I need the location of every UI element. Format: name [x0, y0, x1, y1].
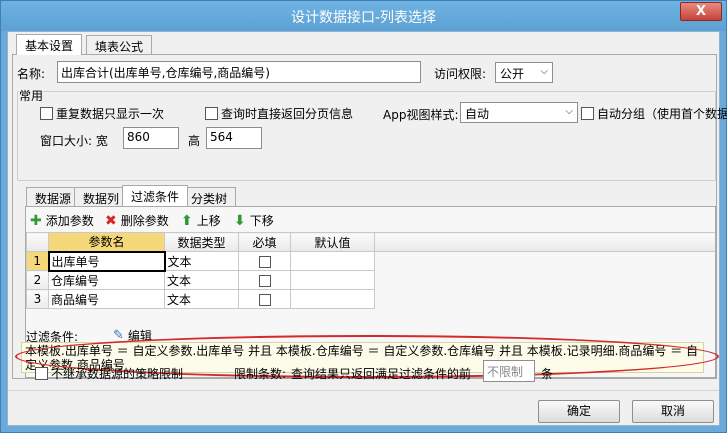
- move-down-button[interactable]: ⬇ 下移: [234, 212, 274, 229]
- checkbox-box[interactable]: [258, 274, 271, 287]
- auto-group-checkbox[interactable]: 自动分组（使用首个数据: [581, 105, 727, 122]
- data-type-cell[interactable]: 文本: [164, 251, 239, 271]
- access-select-value: 公开: [500, 67, 525, 81]
- common-group-title: 常用: [19, 87, 44, 104]
- window-size-label: 窗口大小: 宽: [40, 134, 108, 148]
- param-name-cell[interactable]: 仓库编号: [48, 270, 165, 290]
- tab-category-tree[interactable]: 分类树: [182, 187, 237, 207]
- tab-fill-formula[interactable]: 填表公式: [86, 35, 153, 55]
- paged-label: 查询时直接返回分页信息: [221, 107, 354, 121]
- chevron-down-icon: ⌵: [540, 66, 548, 77]
- title-bar[interactable]: 设计数据接口-列表选择 X: [1, 1, 726, 31]
- limit-suffix: 条: [541, 367, 554, 381]
- param-name-cell[interactable]: 出库单号: [47, 250, 166, 272]
- delete-param-label: 删除参数: [120, 214, 169, 228]
- plus-icon: ✚: [30, 212, 42, 229]
- width-field[interactable]: 860: [123, 127, 179, 149]
- tab-filter-conditions[interactable]: 过滤条件: [122, 185, 189, 206]
- data-type-cell[interactable]: 文本: [164, 289, 239, 309]
- chevron-down-icon: ⌵: [565, 106, 573, 117]
- tab-data-source[interactable]: 数据源: [26, 187, 81, 207]
- access-label: 访问权限:: [434, 67, 487, 81]
- checkbox-box[interactable]: [258, 293, 271, 306]
- row-spacer: [374, 251, 715, 271]
- close-button[interactable]: X: [680, 2, 722, 21]
- required-cell[interactable]: [238, 289, 291, 309]
- tab-data-columns[interactable]: 数据列: [74, 187, 129, 207]
- move-up-button[interactable]: ⬆ 上移: [181, 212, 221, 229]
- required-cell[interactable]: [238, 251, 291, 271]
- add-param-button[interactable]: ✚ 添加参数: [30, 212, 94, 229]
- app-view-label: App视图样式:: [383, 108, 459, 122]
- tab-basic-settings[interactable]: 基本设置: [16, 34, 83, 55]
- dialog-window: 设计数据接口-列表选择 X 基本设置 填表公式 名称: 出库合计(出库单号,仓库…: [0, 0, 727, 433]
- delete-param-button[interactable]: ✖ 删除参数: [105, 212, 169, 229]
- arrow-up-icon: ⬆: [181, 212, 193, 229]
- row-spacer: [374, 289, 715, 309]
- dedupe-checkbox[interactable]: 重复数据只显示一次: [40, 105, 164, 122]
- move-down-label: 下移: [249, 214, 274, 228]
- paged-checkbox[interactable]: 查询时直接返回分页信息: [205, 105, 353, 122]
- app-view-value: 自动: [465, 107, 490, 121]
- row-spacer: [374, 270, 715, 290]
- limit-description: 查询结果只返回满足过滤条件的前: [291, 367, 472, 381]
- auto-group-label: 自动分组（使用首个数据: [597, 107, 727, 121]
- row-number: 3: [26, 289, 49, 309]
- basic-settings-panel: 名称: 出库合计(出库单号,仓库编号,商品编号) 访问权限: 公开 ⌵ 常用 重…: [12, 54, 727, 379]
- height-label: 高: [188, 134, 201, 148]
- header-data-type[interactable]: 数据类型: [164, 232, 239, 252]
- corner-cell: [26, 232, 49, 252]
- arrow-down-icon: ⬇: [234, 212, 246, 229]
- checkbox-box[interactable]: [205, 107, 218, 120]
- header-default[interactable]: 默认值: [290, 232, 375, 252]
- row-number: 1: [26, 251, 49, 271]
- move-up-label: 上移: [196, 214, 221, 228]
- default-cell[interactable]: [290, 270, 375, 290]
- dialog-client: 基本设置 填表公式 名称: 出库合计(出库单号,仓库编号,商品编号) 访问权限:…: [7, 31, 727, 426]
- checkbox-box[interactable]: [258, 255, 271, 268]
- dedupe-label: 重复数据只显示一次: [56, 107, 165, 121]
- table-row[interactable]: 1 出库单号 文本: [26, 250, 715, 272]
- table-header-row: 参数名 数据类型 必填 默认值: [26, 232, 715, 252]
- header-required[interactable]: 必填: [238, 232, 291, 252]
- header-param-name[interactable]: 参数名: [48, 232, 165, 252]
- divider: [8, 390, 719, 391]
- app-view-select[interactable]: 自动 ⌵: [460, 102, 578, 123]
- required-cell[interactable]: [238, 270, 291, 290]
- no-inherit-checkbox[interactable]: 不继承数据源的策略限制: [35, 365, 183, 382]
- ok-button[interactable]: 确定: [538, 400, 620, 423]
- row-number: 2: [26, 270, 49, 290]
- add-param-label: 添加参数: [45, 214, 94, 228]
- default-cell[interactable]: [290, 289, 375, 309]
- no-inherit-label: 不继承数据源的策略限制: [51, 367, 184, 381]
- checkbox-box[interactable]: [581, 107, 594, 120]
- height-field[interactable]: 564: [206, 127, 262, 149]
- param-name-cell[interactable]: 商品编号: [48, 289, 165, 309]
- table-row[interactable]: 3 商品编号 文本: [26, 289, 715, 309]
- window-title: 设计数据接口-列表选择: [290, 10, 437, 26]
- table-row[interactable]: 2 仓库编号 文本: [26, 270, 715, 290]
- edit-icon: ✎: [113, 328, 124, 343]
- data-type-cell[interactable]: 文本: [164, 270, 239, 290]
- access-select[interactable]: 公开 ⌵: [495, 62, 553, 83]
- delete-icon: ✖: [105, 212, 117, 229]
- default-cell[interactable]: [290, 251, 375, 271]
- params-table: 参数名 数据类型 必填 默认值 1 出库单号 文本 2 仓库编号 文本 3 商品…: [26, 232, 715, 309]
- header-spacer: [374, 232, 715, 252]
- cancel-button[interactable]: 取消: [632, 400, 714, 423]
- limit-field[interactable]: 不限制: [483, 360, 535, 382]
- name-label: 名称:: [17, 67, 46, 81]
- name-field[interactable]: 出库合计(出库单号,仓库编号,商品编号): [57, 61, 421, 83]
- limit-label: 限制条数:: [234, 367, 287, 381]
- checkbox-box[interactable]: [40, 107, 53, 120]
- checkbox-box[interactable]: [35, 367, 48, 380]
